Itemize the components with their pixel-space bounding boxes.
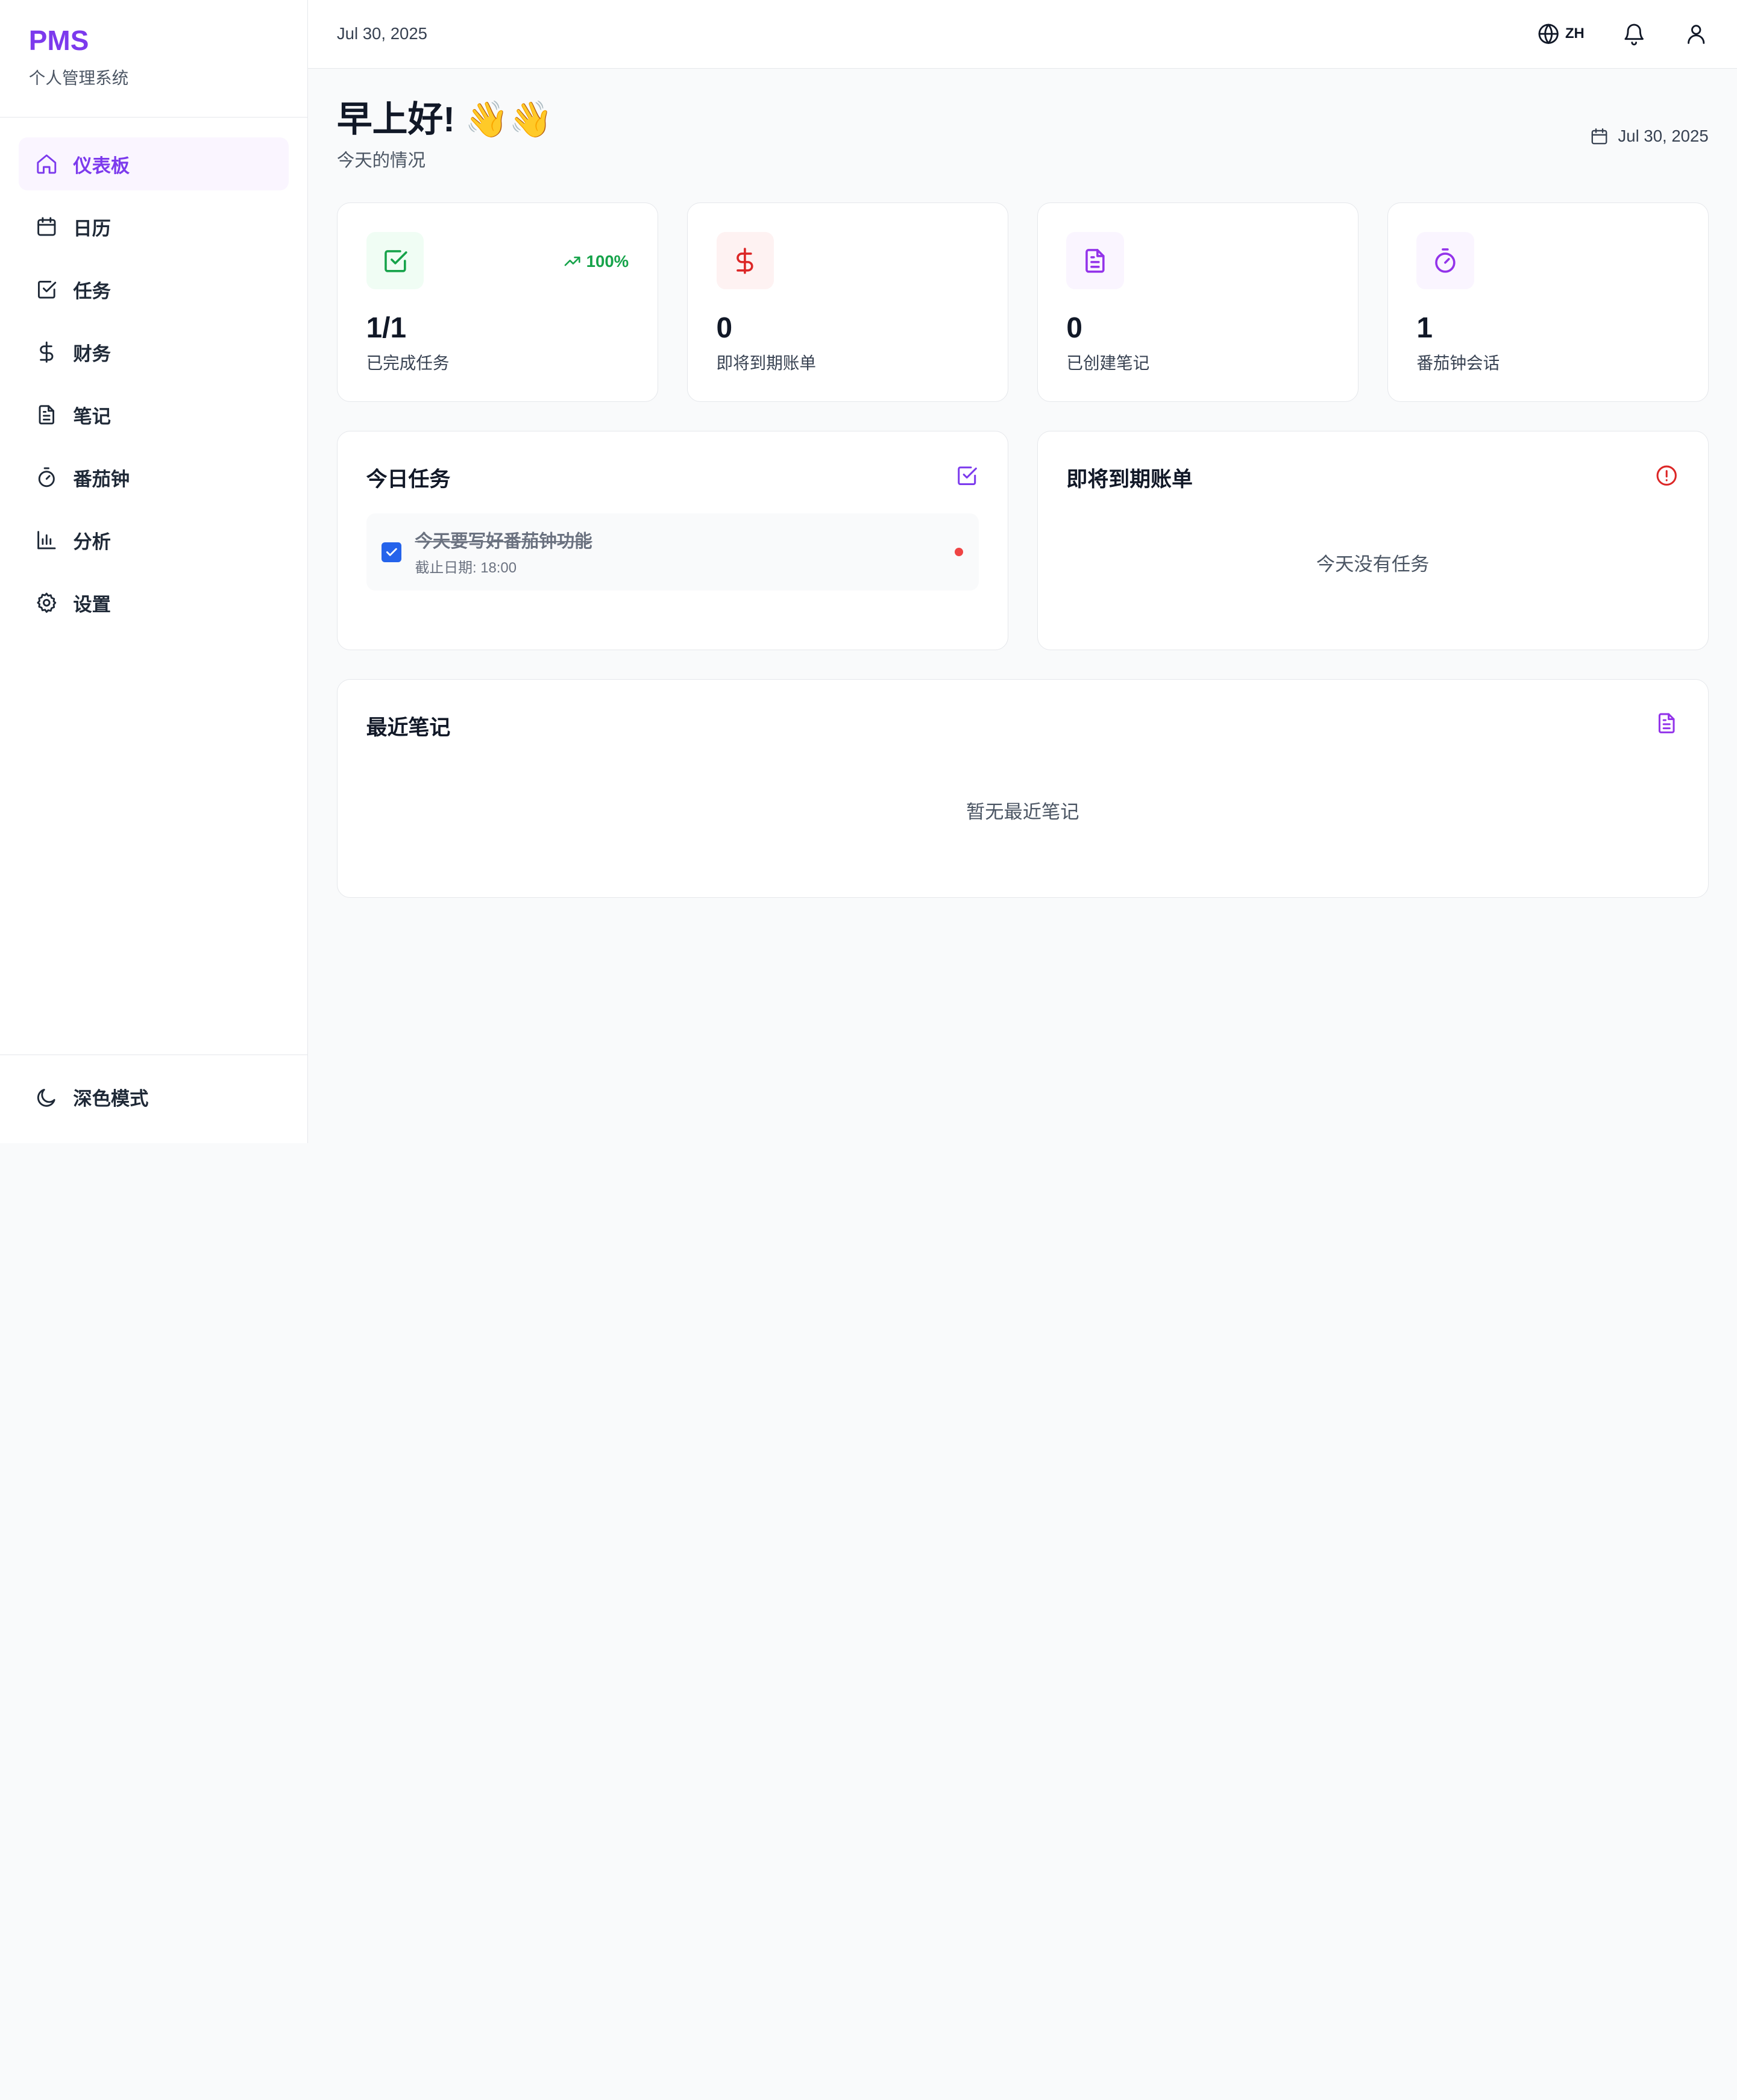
- empty-state: 今天没有任务: [1316, 553, 1430, 575]
- stat-label: 番茄钟会话: [1416, 353, 1500, 372]
- stat-card-completed-tasks[interactable]: 100% 1/1 已完成任务: [336, 202, 658, 402]
- stat-value: 0: [716, 312, 733, 345]
- stat-value: 1: [1416, 312, 1433, 345]
- bell-icon: [1624, 24, 1644, 46]
- recent-notes-panel: 最近笔记 暂无最近笔记: [336, 679, 1709, 898]
- language-switcher[interactable]: ZH: [1536, 14, 1585, 54]
- moon-icon: [34, 1085, 58, 1109]
- sidebar-item-dashboard[interactable]: 仪表板: [19, 137, 289, 191]
- document-icon: [34, 403, 58, 427]
- gear-icon: [34, 591, 58, 615]
- stat-icon-box: [366, 231, 424, 290]
- document-icon: [1085, 248, 1105, 273]
- stat-icon-box: [1416, 231, 1474, 290]
- task-text: 今天要写好番茄钟功能 截止日期: 18:00: [415, 527, 592, 577]
- panel-header: 最近笔记: [366, 708, 1679, 744]
- brand: PMS 个人管理系统: [0, 0, 308, 118]
- bar-chart-icon: [34, 528, 58, 552]
- today-tasks-panel: 今日任务 今天要写好番茄钟功能 截止日期: 18:00: [336, 430, 1008, 650]
- stats-grid: 100% 1/1 已完成任务 0 即将到期账单 0 已创建笔记 1 番茄钟会话: [336, 202, 1709, 402]
- notifications-button[interactable]: [1622, 14, 1646, 54]
- stat-icon-box: [716, 231, 774, 290]
- sidebar-nav: 仪表板 日历 任务 财务 笔记 番茄钟 分析 设置: [0, 118, 307, 659]
- user-menu-button[interactable]: [1684, 14, 1708, 54]
- task-title: 今天要写好番茄钟功能: [415, 531, 592, 551]
- stat-label: 已完成任务: [366, 353, 450, 372]
- stat-card-upcoming-bills[interactable]: 0 即将到期账单: [686, 202, 1008, 402]
- greeting-date-text: Jul 30, 2025: [1618, 127, 1709, 146]
- greeting-block: 早上好! 👋👋 今天的情况: [337, 98, 553, 172]
- check-square-icon[interactable]: [955, 463, 979, 492]
- dark-mode-toggle[interactable]: 深色模式: [19, 1071, 289, 1124]
- sidebar-item-label: 笔记: [73, 406, 111, 427]
- greeting-date: Jul 30, 2025: [1589, 127, 1709, 146]
- language-label: ZH: [1565, 25, 1585, 42]
- sidebar-item-pomodoro[interactable]: 番茄钟: [19, 451, 289, 504]
- check-square-icon: [384, 249, 407, 272]
- stat-value: 0: [1066, 312, 1082, 345]
- dollar-icon: [34, 340, 58, 364]
- topbar: Jul 30, 2025 ZH: [308, 0, 1737, 69]
- timer-icon: [1435, 248, 1456, 273]
- calendar-icon: [34, 215, 58, 239]
- task-due: 截止日期: 18:00: [415, 560, 517, 577]
- sidebar-item-label: 分析: [73, 531, 111, 553]
- checkmark-icon: [386, 548, 397, 556]
- sidebar-item-tasks[interactable]: 任务: [19, 263, 289, 316]
- upcoming-bills-panel: 即将到期账单 今天没有任务: [1037, 430, 1709, 650]
- sidebar-item-label: 仪表板: [73, 155, 130, 177]
- app-root: PMS 个人管理系统 仪表板 日历 任务 财务 笔记 番茄钟 分析 设置 深色模…: [0, 0, 1737, 1144]
- stat-icon-box: [1066, 231, 1124, 290]
- greeting-row: 早上好! 👋👋 今天的情况 Jul 30, 2025: [337, 98, 1709, 172]
- brand-title[interactable]: PMS: [29, 24, 278, 57]
- panel-header: 今日任务: [366, 460, 979, 496]
- topbar-date: Jul 30, 2025: [336, 24, 428, 43]
- timer-icon: [34, 465, 58, 489]
- sidebar-item-calendar[interactable]: 日历: [19, 200, 289, 253]
- stat-trend-value: 100%: [586, 251, 629, 271]
- priority-dot: [954, 547, 964, 557]
- stat-card-pomodoro[interactable]: 1 番茄钟会话: [1387, 202, 1709, 402]
- calendar-icon: [1591, 128, 1607, 144]
- main-area: Jul 30, 2025 ZH 早上好! 👋👋 今天的情况 Jul 30, 20…: [308, 0, 1737, 1143]
- sidebar-item-label: 财务: [73, 343, 111, 365]
- check-square-icon: [34, 277, 58, 301]
- alert-circle-icon[interactable]: [1654, 463, 1679, 492]
- stat-label: 即将到期账单: [716, 353, 816, 372]
- document-icon[interactable]: [1654, 711, 1679, 740]
- task-checkbox[interactable]: [382, 542, 402, 562]
- sidebar: PMS 个人管理系统 仪表板 日历 任务 财务 笔记 番茄钟 分析 设置 深色模…: [0, 0, 309, 1144]
- sidebar-footer: 深色模式: [0, 1055, 308, 1143]
- trending-up-icon: [564, 257, 580, 266]
- user-icon: [1688, 25, 1705, 45]
- sidebar-item-label: 设置: [73, 594, 111, 615]
- task-item[interactable]: 今天要写好番茄钟功能 截止日期: 18:00: [366, 513, 979, 591]
- empty-state: 暂无最近笔记: [966, 801, 1079, 823]
- stat-value: 1/1: [366, 312, 407, 345]
- sidebar-item-analytics[interactable]: 分析: [19, 513, 289, 566]
- panel-title: 最近笔记: [366, 716, 451, 740]
- home-icon: [34, 152, 58, 176]
- sidebar-item-label: 日历: [73, 218, 111, 239]
- globe-icon: [1538, 24, 1559, 45]
- sidebar-item-label: 任务: [73, 280, 111, 302]
- stat-card-notes[interactable]: 0 已创建笔记: [1037, 202, 1359, 402]
- panel-header: 即将到期账单: [1066, 460, 1679, 496]
- sidebar-item-finance[interactable]: 财务: [19, 325, 289, 378]
- stat-label: 已创建笔记: [1066, 353, 1150, 372]
- panels-row: 今日任务 今天要写好番茄钟功能 截止日期: 18:00 即将到期账单 今天没有任…: [336, 430, 1709, 650]
- sidebar-item-label: 番茄钟: [73, 468, 130, 490]
- brand-subtitle: 个人管理系统: [28, 68, 129, 87]
- dollar-icon: [737, 247, 754, 274]
- page-subtitle: 今天的情况: [336, 150, 426, 171]
- dark-mode-label: 深色模式: [73, 1088, 149, 1110]
- sidebar-item-settings[interactable]: 设置: [19, 576, 289, 629]
- dashboard-content: 早上好! 👋👋 今天的情况 Jul 30, 2025 100% 1/1 已完成任…: [308, 69, 1737, 927]
- topbar-actions: ZH: [1536, 14, 1708, 54]
- stat-trend: 100%: [563, 252, 629, 271]
- panel-title: 即将到期账单: [1066, 468, 1193, 492]
- panel-title: 今日任务: [366, 468, 451, 492]
- sidebar-item-notes[interactable]: 笔记: [19, 388, 289, 441]
- page-title: 早上好! 👋👋: [336, 99, 553, 139]
